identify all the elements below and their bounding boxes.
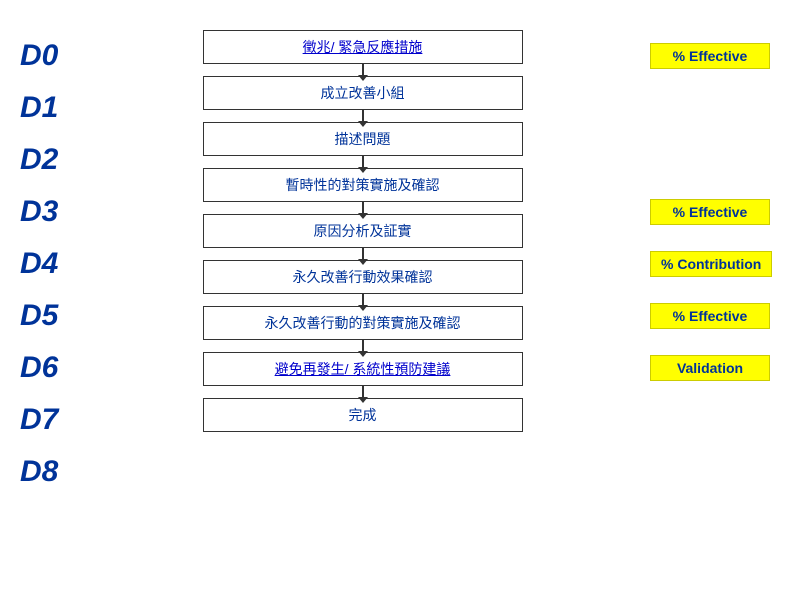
flow-arrow-D2 <box>362 156 364 168</box>
left-labels: D0 D1 D2 D3 D4 D5 D6 D7 D8 <box>20 30 90 498</box>
flow-row-D8: 完成 <box>98 398 627 432</box>
flow-row-D6: 永久改善行動的對策實施及確認 <box>98 306 627 352</box>
badge-row-D0: % Effective <box>650 30 790 82</box>
label-row-D3: D3 <box>20 186 90 238</box>
flow-box-D8: 完成 <box>203 398 523 432</box>
d-label-D3: D3 <box>20 195 58 229</box>
flow-arrow-D0 <box>362 64 364 76</box>
badge-row-D8 <box>650 446 790 498</box>
flow-row-D3: 暫時性的對策實施及確認 <box>98 168 627 214</box>
flow-box-D5: 永久改善行動效果確認 <box>203 260 523 294</box>
badge-row-D4: % Contribution <box>650 238 790 290</box>
label-row-D4: D4 <box>20 238 90 290</box>
badge-D5: % Effective <box>650 303 770 329</box>
d-label-D4: D4 <box>20 247 58 281</box>
flow-row-D2: 描述問題 <box>98 122 627 168</box>
label-row-D0: D0 <box>20 30 90 82</box>
badge-D4: % Contribution <box>650 251 772 277</box>
d-label-D7: D7 <box>20 403 58 437</box>
main-container: D0 D1 D2 D3 D4 D5 D6 D7 D8 徵兆/ 緊急反應措施成立改善小組描述問題暫… <box>0 30 800 498</box>
flow-column: 徵兆/ 緊急反應措施成立改善小組描述問題暫時性的對策實施及確認原因分析及証實永久… <box>90 30 635 432</box>
d-label-D6: D6 <box>20 351 58 385</box>
flow-row-D0: 徵兆/ 緊急反應措施 <box>98 30 627 76</box>
flow-box-D3: 暫時性的對策實施及確認 <box>203 168 523 202</box>
flow-arrow-D7 <box>362 386 364 398</box>
badge-D0: % Effective <box>650 43 770 69</box>
badge-D3: % Effective <box>650 199 770 225</box>
badge-row-D3: % Effective <box>650 186 790 238</box>
d-label-D8: D8 <box>20 455 58 489</box>
flow-row-D5: 永久改善行動效果確認 <box>98 260 627 306</box>
label-row-D1: D1 <box>20 82 90 134</box>
flow-box-D4: 原因分析及証實 <box>203 214 523 248</box>
label-row-D8: D8 <box>20 446 90 498</box>
badge-row-D7 <box>650 394 790 446</box>
label-row-D6: D6 <box>20 342 90 394</box>
page-title <box>0 0 800 30</box>
d-label-D5: D5 <box>20 299 58 333</box>
flow-arrow-D5 <box>362 294 364 306</box>
badge-D6: Validation <box>650 355 770 381</box>
flow-arrow-D1 <box>362 110 364 122</box>
flow-row-D1: 成立改善小組 <box>98 76 627 122</box>
badge-row-D2 <box>650 134 790 186</box>
label-row-D2: D2 <box>20 134 90 186</box>
flow-box-D6: 永久改善行動的對策實施及確認 <box>203 306 523 340</box>
flow-row-D4: 原因分析及証實 <box>98 214 627 260</box>
d-label-D0: D0 <box>20 39 58 73</box>
flow-arrow-D4 <box>362 248 364 260</box>
flow-row-D7: 避免再發生/ 系統性預防建議 <box>98 352 627 398</box>
d-label-D2: D2 <box>20 143 58 177</box>
right-labels: % Effective % Effective % Contribution % Ef… <box>635 30 790 498</box>
label-row-D7: D7 <box>20 394 90 446</box>
flow-box-D7: 避免再發生/ 系統性預防建議 <box>203 352 523 386</box>
badge-row-D5: % Effective <box>650 290 790 342</box>
badge-row-D6: Validation <box>650 342 790 394</box>
flow-arrow-D6 <box>362 340 364 352</box>
d-label-D1: D1 <box>20 91 58 125</box>
flow-arrow-D3 <box>362 202 364 214</box>
flow-box-D0: 徵兆/ 緊急反應措施 <box>203 30 523 64</box>
flow-box-D2: 描述問題 <box>203 122 523 156</box>
flow-box-D1: 成立改善小組 <box>203 76 523 110</box>
badge-row-D1 <box>650 82 790 134</box>
label-row-D5: D5 <box>20 290 90 342</box>
